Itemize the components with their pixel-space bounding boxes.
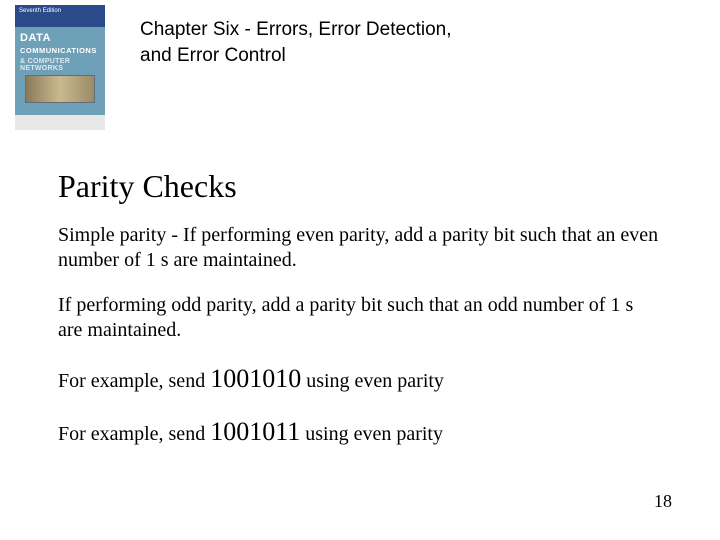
cover-title: DATA COMMUNICATIONS & COMPUTER NETWORKS [20, 33, 100, 73]
slide-title: Parity Checks [58, 168, 660, 205]
book-cover-image: Seventh Edition DATA COMMUNICATIONS & CO… [15, 5, 105, 130]
paragraph-2: If performing odd parity, add a parity b… [58, 293, 660, 343]
example-1-prefix: For example, send [58, 370, 210, 392]
cover-subtitle: & COMPUTER NETWORKS [20, 58, 100, 73]
page-number: 18 [654, 491, 672, 512]
example-2-prefix: For example, send [58, 423, 210, 445]
chapter-title: Chapter Six - Errors, Error Detection, a… [140, 17, 480, 68]
cover-title-line1: DATA [20, 32, 51, 44]
example-2-suffix: using even parity [300, 423, 443, 445]
slide-content: Parity Checks Simple parity - If perform… [58, 168, 660, 468]
example-2: For example, send 1001011 using even par… [58, 416, 660, 449]
cover-title-line2: COMMUNICATIONS [20, 46, 97, 55]
slide-header: Seventh Edition DATA COMMUNICATIONS & CO… [15, 5, 480, 130]
paragraph-1: Simple parity - If performing even parit… [58, 223, 660, 273]
example-1-number: 1001010 [210, 364, 301, 393]
cover-edition-label: Seventh Edition [19, 8, 61, 14]
example-1-suffix: using even parity [301, 370, 444, 392]
example-2-number: 1001011 [210, 417, 300, 446]
example-1: For example, send 1001010 using even par… [58, 363, 660, 396]
cover-photo-placeholder [25, 75, 95, 103]
